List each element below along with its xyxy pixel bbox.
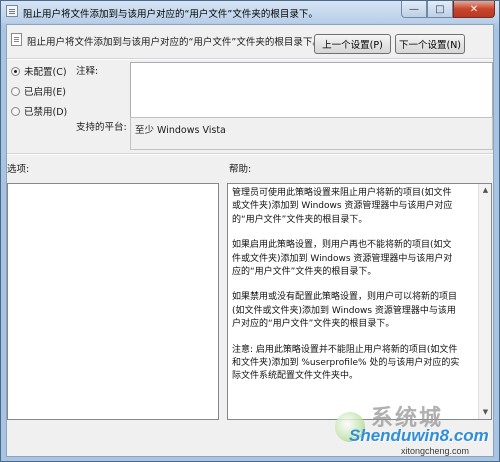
help-scrollbar[interactable]: ▲ ▼ xyxy=(478,184,491,419)
next-setting-button[interactable]: 下一个设置(N) xyxy=(395,34,465,54)
close-button[interactable]: ✕ xyxy=(453,1,495,18)
policy-title: 阻止用户将文件添加到与该用户对应的“用户文件”文件夹的根目录下。 xyxy=(27,37,322,48)
help-paragraph: 如果启用此策略设置，则用户再也不能将新的项目(如文件或文件夹)添加到 Windo… xyxy=(232,240,453,278)
minimize-icon: — xyxy=(409,3,419,15)
radio-button[interactable] xyxy=(11,86,20,96)
help-pane[interactable]: 管理员可使用此策略设置来阻止用户将新的项目(如文件或文件夹)添加到 Window… xyxy=(227,183,492,420)
maximize-icon: □ xyxy=(435,3,445,15)
policy-setting-icon xyxy=(11,33,22,46)
watermark-subsite: xitongcheng.com xyxy=(401,446,470,456)
help-paragraph: 注意: 启用此策略设置并不能阻止用户将新的项目(如文件和文件夹)添加到 %use… xyxy=(232,344,460,382)
supported-platform-label: 支持的平台: xyxy=(76,122,127,133)
window-controls: — □ ✕ xyxy=(401,1,495,19)
help-label: 帮助: xyxy=(229,164,252,175)
section-divider xyxy=(7,153,493,155)
radio-disabled[interactable]: 已禁用(D) xyxy=(11,104,67,118)
help-text: 管理员可使用此策略设置来阻止用户将新的项目(如文件或文件夹)添加到 Window… xyxy=(232,187,460,396)
window-title: 阻止用户将文件添加到与该用户对应的“用户文件”文件夹的根目录下。 xyxy=(23,9,318,20)
help-paragraph: 如果禁用或没有配置此策略设置，则用户可以将新的项目(如文件或文件夹)添加到 Wi… xyxy=(232,292,458,330)
watermark-site: Shenduwin8.com xyxy=(349,426,489,445)
previous-setting-button[interactable]: 上一个设置(P) xyxy=(314,34,391,54)
radio-label-disabled: 已禁用(D) xyxy=(24,107,68,118)
supported-platform-value: 至少 Windows Vista xyxy=(135,125,226,136)
header-divider xyxy=(7,58,493,60)
minimize-button[interactable]: — xyxy=(401,1,427,18)
options-label: 选项: xyxy=(7,164,30,175)
maximize-button[interactable]: □ xyxy=(427,1,453,18)
policy-editor-window: 阻止用户将文件添加到与该用户对应的“用户文件”文件夹的根目录下。 — □ ✕ 阻… xyxy=(0,0,500,462)
radio-not-configured[interactable]: 未配置(C) xyxy=(11,64,67,78)
policy-document-icon xyxy=(6,5,18,17)
close-icon: ✕ xyxy=(469,3,479,15)
dialog-body: 阻止用户将文件添加到与该用户对应的“用户文件”文件夹的根目录下。 上一个设置(P… xyxy=(6,24,494,457)
scroll-up-arrow-icon[interactable]: ▲ xyxy=(480,185,491,196)
policy-header: 阻止用户将文件添加到与该用户对应的“用户文件”文件夹的根目录下。 上一个设置(P… xyxy=(7,25,493,55)
title-bar[interactable]: 阻止用户将文件添加到与该用户对应的“用户文件”文件夹的根目录下。 — □ ✕ xyxy=(1,1,499,23)
radio-button-selected[interactable] xyxy=(11,66,20,76)
radio-enabled[interactable]: 已启用(E) xyxy=(11,84,66,98)
options-pane[interactable] xyxy=(7,183,219,420)
help-paragraph: 管理员可使用此策略设置来阻止用户将新的项目(如文件或文件夹)添加到 Window… xyxy=(232,188,453,225)
comment-label: 注释: xyxy=(76,66,99,77)
supported-platform-box: 至少 Windows Vista xyxy=(130,117,493,150)
radio-button[interactable] xyxy=(11,106,20,116)
radio-label-not-configured: 未配置(C) xyxy=(24,67,67,78)
radio-label-enabled: 已启用(E) xyxy=(24,87,66,98)
site-watermark: 系统城 Shenduwin8.com xitongcheng.com xyxy=(331,398,500,460)
comment-textarea[interactable] xyxy=(130,62,493,119)
